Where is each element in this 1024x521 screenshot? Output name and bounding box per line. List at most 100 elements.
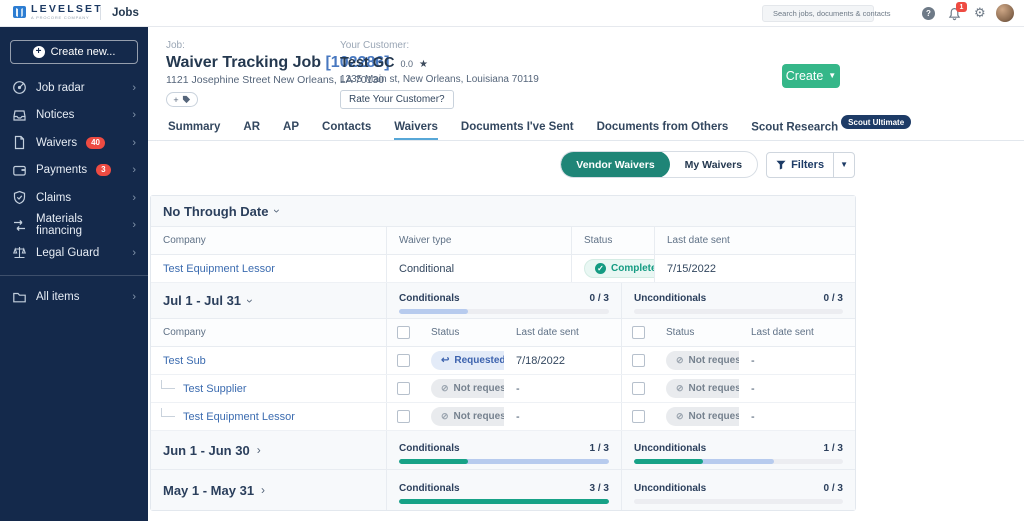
section-toggle-may[interactable]: May 1 - May 31 › [151,470,386,510]
page-title: Jobs [112,7,139,19]
vendor-waivers-toggle[interactable]: Vendor Waivers [561,151,669,178]
row-checkbox[interactable] [632,410,645,423]
chevron-down-icon: › [270,209,284,213]
sidebar-item-notices[interactable]: Notices › [0,102,148,130]
section-no-through-date[interactable]: No Through Date › [151,196,855,227]
chevron-right-icon: › [132,137,136,149]
circle-icon: ⊘ [676,384,684,393]
table-row: Test Sub ↩ Requested 7/18/2022 ⊘ Not req… [151,347,855,375]
financing-arrows-icon [12,218,27,233]
tab-waivers[interactable]: Waivers [394,121,438,140]
section-jul: Jul 1 - Jul 31 › Conditionals 0 / 3 [151,283,855,319]
scout-ultimate-badge: Scout Ultimate [841,115,911,129]
filters-button[interactable]: Filters [767,153,833,177]
unconditionals-progress: Unconditionals 0 / 3 [622,287,855,314]
sidebar-item-all-items[interactable]: All items › [0,284,148,312]
tag-icon [182,95,191,104]
unconditionals-count: 0 / 3 [824,293,843,304]
unconditionals-progress: Unconditionals 1 / 3 [622,437,855,464]
circle-icon: ⊘ [676,356,684,365]
select-all-checkbox[interactable] [397,326,410,339]
company-link[interactable]: Test Equipment Lessor [183,411,295,423]
table-row: Test Supplier ⊘ Not requested - ⊘ Not re… [151,375,855,403]
tab-documents-from-others[interactable]: Documents from Others [597,121,729,140]
circle-icon: ⊘ [676,412,684,421]
waivers-toggle: Vendor Waivers My Waivers [560,151,758,178]
tab-documents-ive-sent[interactable]: Documents I've Sent [461,121,574,140]
column-last-date-sent: Last date sent [654,227,855,254]
rate-customer-button[interactable]: Rate Your Customer? [340,90,454,109]
status-badge-not-requested: ⊘ Not requested [666,351,739,370]
search-placeholder: Search jobs, documents & contacts [773,9,891,18]
section-toggle-jun[interactable]: Jun 1 - Jun 30 › [151,431,386,469]
sidebar-divider [0,275,148,276]
settings-gear-icon[interactable]: ⚙ [974,4,986,22]
topbar: LEVELSET A PROCORE COMPANY Jobs Search j… [0,0,1024,27]
shield-icon [12,190,27,205]
filter-bar: Vendor Waivers My Waivers Filters ▼ [560,151,855,178]
section-title: No Through Date [163,204,268,219]
sidebar-item-materials-financing[interactable]: Materials financing › [0,212,148,240]
sidebar-item-payments[interactable]: Payments 3 › [0,157,148,185]
status-badge-not-requested: ⊘ Not requested [431,407,504,426]
company-link[interactable]: Test Equipment Lessor [163,263,275,275]
column-status: Status [654,319,739,346]
search-input[interactable]: Search jobs, documents & contacts [762,5,874,22]
star-icon: ★ [419,59,428,70]
logo-subtext: A PROCORE COMPANY [31,16,103,20]
create-new-button[interactable]: + Create new... [10,40,138,64]
tab-summary[interactable]: Summary [168,121,220,140]
row-checkbox[interactable] [632,354,645,367]
sidebar-item-label: Waivers [36,137,77,149]
sidebar-item-job-radar[interactable]: Job radar › [0,74,148,102]
logo-text: LEVELSET [31,4,103,15]
radar-icon [12,80,27,95]
sidebar-item-claims[interactable]: Claims › [0,184,148,212]
table-row: Test Equipment Lessor Conditional ✓ Comp… [151,255,855,283]
status-badge-not-requested: ⊘ Not requested [666,379,739,398]
status-badge-requested: ↩ Requested [431,351,504,370]
add-tag-button[interactable]: + [166,92,198,107]
tab-ap[interactable]: AP [283,121,299,140]
wallet-icon [12,163,27,178]
column-last-date-sent: Last date sent [739,319,855,346]
tab-ar[interactable]: AR [243,121,260,140]
row-checkbox[interactable] [397,354,410,367]
create-button[interactable]: Create ▼ [782,64,840,88]
levelset-logo[interactable]: LEVELSET A PROCORE COMPANY [12,4,103,20]
caret-down-icon: ▼ [828,72,836,80]
last-date-sent-cell: - [739,375,855,402]
sidebar-item-waivers[interactable]: Waivers 40 › [0,129,148,157]
plus-circle-icon: + [33,46,45,58]
row-checkbox[interactable] [397,382,410,395]
conditionals-count: 3 / 3 [590,483,609,494]
user-avatar[interactable] [996,4,1014,22]
customer-header: Your Customer: Test GC 0.0 ★ 1235 Main s… [340,40,539,109]
row-checkbox[interactable] [632,382,645,395]
company-link[interactable]: Test Supplier [183,383,247,395]
chevron-right-icon: › [132,109,136,121]
last-date-sent-cell: 7/18/2022 [504,347,621,374]
main-content: Job: Waiver Tracking Job [102286] 1121 J… [148,27,1024,521]
unconditionals-count: 1 / 3 [824,443,843,454]
sidebar-item-label: Payments [36,164,87,176]
status-badge-not-requested: ⊘ Not requested [666,407,739,426]
chevron-right-icon: › [261,483,265,497]
filters-caret-button[interactable]: ▼ [833,153,854,177]
sidebar-item-legal-guard[interactable]: Legal Guard › [0,239,148,267]
unconditionals-progress: Unconditionals 0 / 3 [622,477,855,504]
scales-icon [12,245,27,260]
chevron-right-icon: › [132,219,136,231]
payments-count-badge: 3 [96,164,110,176]
customer-label: Your Customer: [340,40,539,51]
select-all-checkbox[interactable] [632,326,645,339]
tab-scout-research[interactable]: Scout ResearchScout Ultimate [751,121,911,140]
my-waivers-toggle[interactable]: My Waivers [670,151,757,178]
company-link[interactable]: Test Sub [163,355,206,367]
tab-contacts[interactable]: Contacts [322,121,371,140]
last-date-sent-cell: - [739,347,855,374]
row-checkbox[interactable] [397,410,410,423]
document-icon [12,135,27,150]
section-toggle-jul[interactable]: Jul 1 - Jul 31 › [151,283,386,318]
help-icon[interactable]: ? [922,7,935,20]
